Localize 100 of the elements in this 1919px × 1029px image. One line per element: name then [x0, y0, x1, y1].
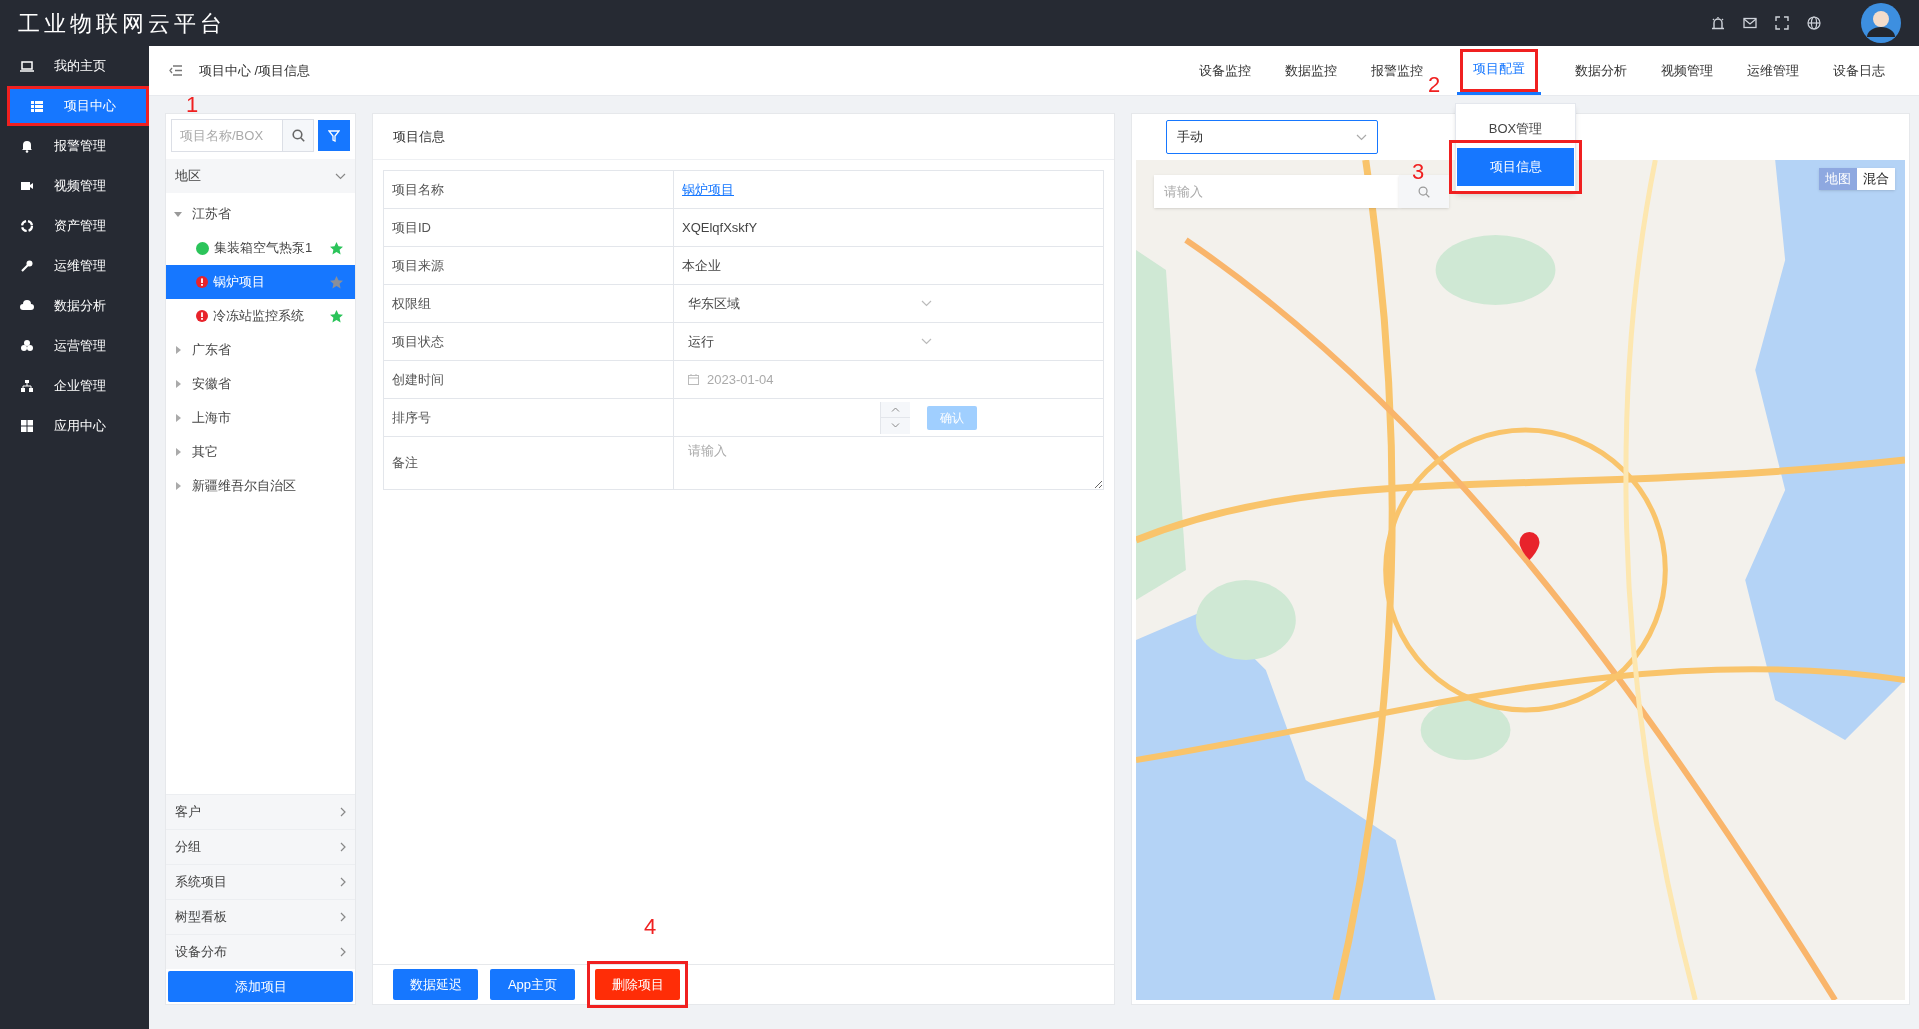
action-button[interactable]: 删除项目	[595, 969, 680, 1000]
field-label: 项目状态	[392, 332, 444, 351]
tree-node[interactable]: 江苏省	[166, 197, 355, 231]
tree-item[interactable]: 集装箱空气热泵1	[166, 231, 355, 265]
section-header[interactable]: 客户	[166, 794, 355, 829]
sidebar-item[interactable]: 我的主页	[0, 46, 149, 86]
avatar[interactable]	[1861, 3, 1901, 43]
nav-tab[interactable]: 数据监控	[1285, 46, 1337, 95]
menu-item[interactable]: BOX管理	[1457, 110, 1574, 148]
sidebar-item[interactable]: 数据分析	[0, 286, 149, 326]
section-header[interactable]: 设备分布	[166, 934, 355, 969]
sidebar-item[interactable]: 项目中心	[7, 86, 149, 126]
list-icon	[30, 99, 44, 113]
field-label: 项目来源	[392, 256, 444, 275]
filter-button[interactable]	[318, 120, 350, 151]
tree-item[interactable]: 锅炉项目	[166, 265, 355, 299]
chevron-right-icon	[340, 947, 346, 957]
circles-icon	[20, 339, 34, 353]
chevron-down-icon	[921, 300, 932, 307]
search-button[interactable]	[283, 119, 314, 152]
sidebar-item[interactable]: 报警管理	[0, 126, 149, 166]
tree-node[interactable]: 安徽省	[166, 367, 355, 401]
tree-node[interactable]: 其它	[166, 435, 355, 469]
caret-right-icon[interactable]	[174, 448, 182, 456]
sidebar-item[interactable]: 企业管理	[0, 366, 149, 406]
increment-icon[interactable]	[891, 406, 900, 412]
decrement-icon[interactable]	[891, 423, 900, 429]
sidebar-item[interactable]: 应用中心	[0, 406, 149, 446]
search-field[interactable]: 项目名称/BOX	[171, 119, 283, 152]
star-icon[interactable]	[330, 309, 343, 323]
nav-tab[interactable]: 运维管理	[1747, 46, 1799, 95]
sidebar-item[interactable]: 运维管理	[0, 246, 149, 286]
project-name-link[interactable]: 锅炉项目	[682, 179, 734, 200]
action-button[interactable]: App主页	[490, 969, 575, 1000]
nav-tab[interactable]: 视频管理	[1661, 46, 1713, 95]
tree-node[interactable]: 广东省	[166, 333, 355, 367]
field-label: 备注	[392, 454, 418, 473]
section-header[interactable]: 分组	[166, 829, 355, 864]
sidebar-item[interactable]: 运营管理	[0, 326, 149, 366]
annotation-number: 4	[644, 913, 657, 941]
tree-item[interactable]: 冷冻站监控系统	[166, 299, 355, 333]
chevron-right-icon	[340, 807, 346, 817]
add-project-button[interactable]: 添加项目	[168, 971, 353, 1002]
section-header[interactable]: 系统项目	[166, 864, 355, 899]
nav-tab[interactable]: 设备监控	[1199, 46, 1251, 95]
map-type-toggle[interactable]: 混合	[1857, 168, 1895, 190]
caret-right-icon[interactable]	[174, 346, 182, 354]
tree-node[interactable]: 新疆维吾尔自治区	[166, 469, 355, 503]
caret-right-icon[interactable]	[174, 414, 182, 422]
menu-item[interactable]: 项目信息	[1457, 148, 1574, 186]
field-label: 排序号	[392, 408, 431, 427]
action-button[interactable]: 数据延迟	[393, 969, 478, 1000]
laptop-icon	[20, 59, 34, 73]
nav-tab[interactable]: 数据分析	[1575, 46, 1627, 95]
alarm-light-icon[interactable]	[1711, 16, 1725, 30]
menu-fold-icon[interactable]	[169, 65, 182, 76]
caret-right-icon[interactable]	[174, 482, 182, 490]
star-icon[interactable]	[330, 241, 343, 255]
remark-field[interactable]: 请输入	[674, 437, 1103, 489]
chevron-right-icon	[340, 877, 346, 887]
sidebar-item[interactable]: 视频管理	[0, 166, 149, 206]
tree-node[interactable]: 上海市	[166, 401, 355, 435]
sidebar-item[interactable]: 资产管理	[0, 206, 149, 246]
caret-down-icon[interactable]	[174, 210, 182, 218]
nav-tab[interactable]: 项目配置	[1457, 46, 1541, 95]
bell-icon	[20, 139, 34, 153]
search-icon	[1418, 185, 1430, 198]
chevron-right-icon	[340, 842, 346, 852]
grid-icon	[20, 419, 34, 433]
star-icon[interactable]	[330, 275, 343, 289]
calendar-icon	[688, 374, 699, 385]
video-camera-icon	[20, 179, 34, 193]
select-field[interactable]: 运行	[682, 331, 932, 352]
annotation-number: 2	[1428, 71, 1441, 99]
map-search-field[interactable]: 请输入	[1154, 175, 1399, 208]
breadcrumb: 项目中心 /项目信息	[199, 61, 311, 80]
chevron-right-icon	[340, 912, 346, 922]
wrench-icon	[20, 259, 34, 273]
chevron-down-icon	[921, 338, 932, 345]
cloud-icon	[20, 299, 34, 313]
chevron-down-icon	[1356, 133, 1367, 141]
mode-select[interactable]: 手动	[1166, 120, 1378, 154]
annotation-number: 1	[186, 91, 199, 119]
mail-icon[interactable]	[1743, 17, 1757, 29]
field-label: 项目名称	[392, 180, 444, 199]
region-header[interactable]: 地区	[166, 159, 355, 193]
nav-tab[interactable]: 报警监控	[1371, 46, 1423, 95]
field-value: 本企业	[682, 256, 721, 275]
fullscreen-icon[interactable]	[1775, 16, 1789, 30]
nav-tab[interactable]: 设备日志	[1833, 46, 1885, 95]
field-label: 创建时间	[392, 370, 444, 389]
section-header[interactable]: 树型看板	[166, 899, 355, 934]
chevron-down-icon	[335, 172, 346, 180]
globe-icon[interactable]	[1807, 16, 1821, 30]
filter-icon	[328, 129, 340, 142]
select-field[interactable]: 华东区域	[682, 293, 932, 314]
field-value: XQElqfXskfY	[682, 218, 758, 237]
field-label: 权限组	[392, 294, 431, 313]
panel-title: 项目信息	[393, 127, 445, 146]
caret-right-icon[interactable]	[174, 380, 182, 388]
